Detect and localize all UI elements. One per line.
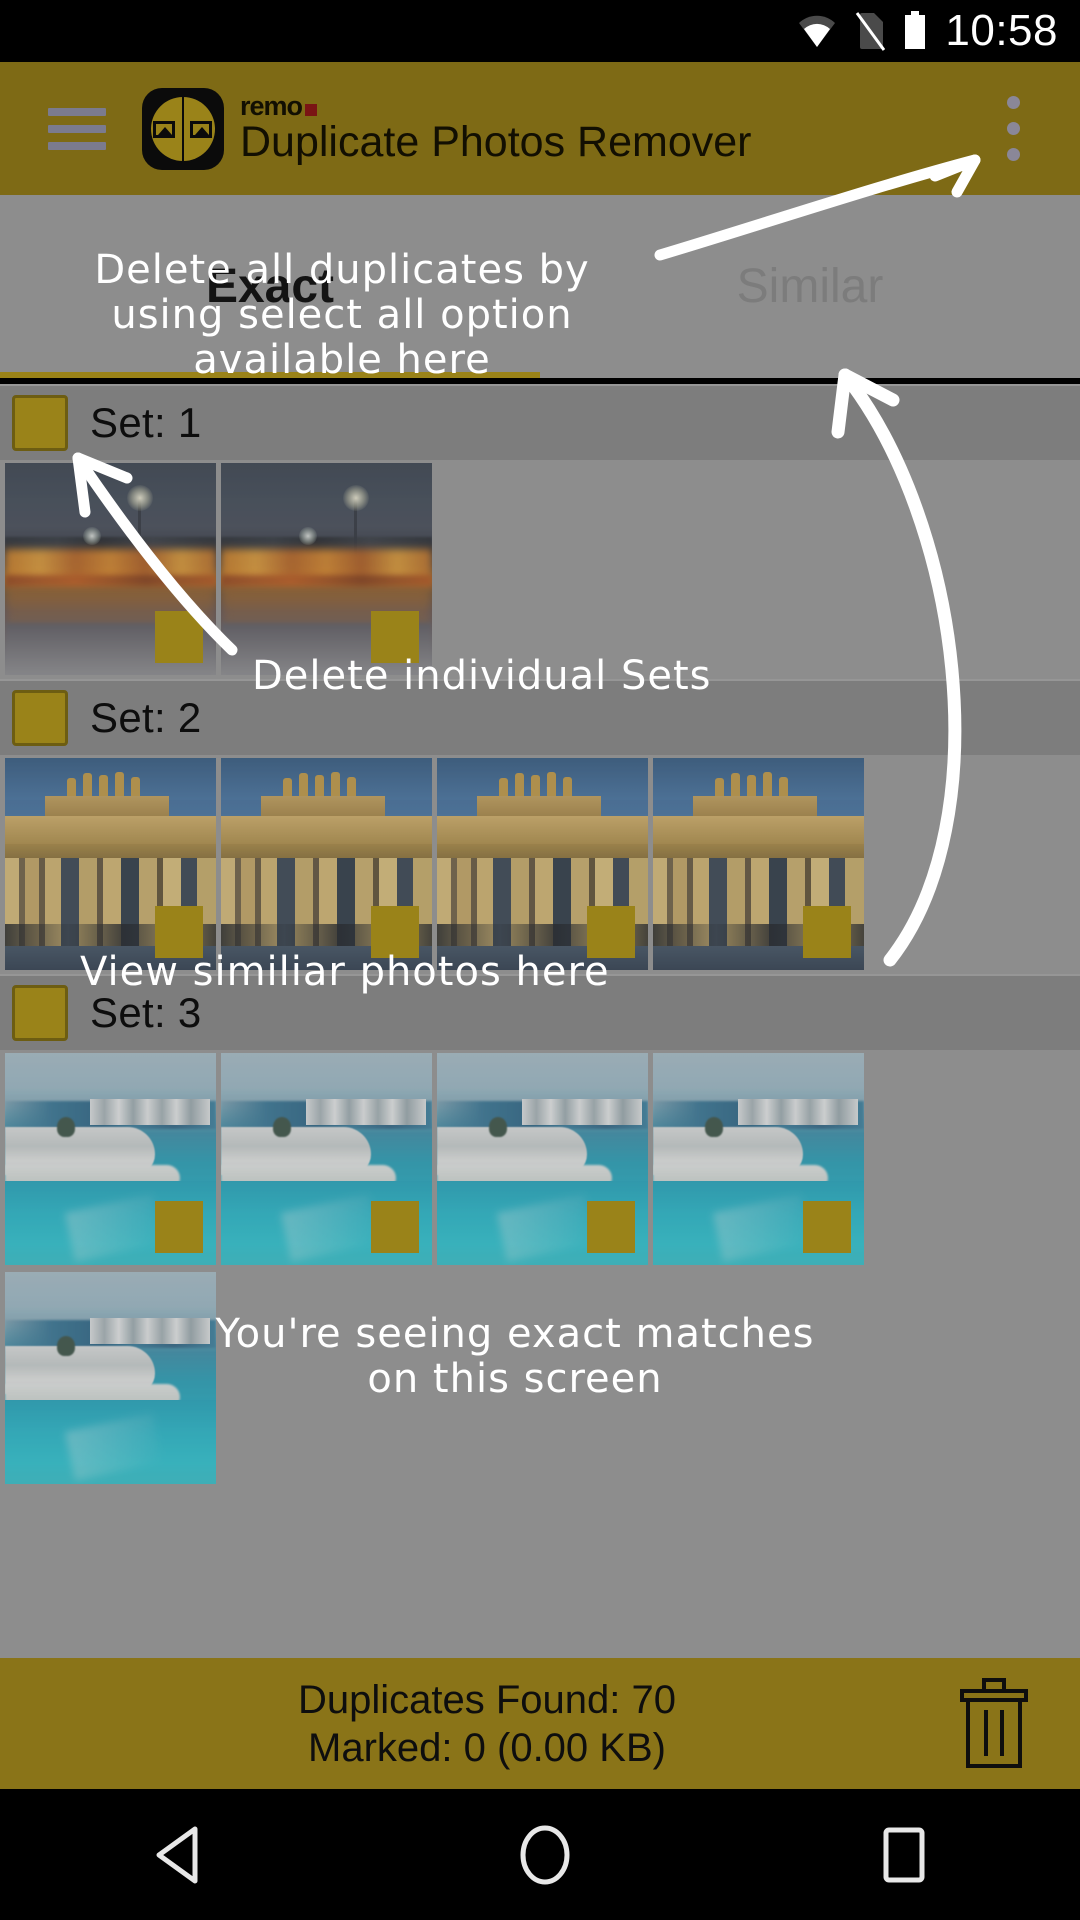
set-header[interactable]: Set: 1 bbox=[0, 384, 1080, 460]
set-thumbnail-row bbox=[0, 1050, 1080, 1269]
wifi-icon bbox=[799, 15, 836, 47]
hamburger-menu-icon[interactable] bbox=[48, 107, 106, 150]
tab-bar: Exact Similar bbox=[0, 195, 1080, 378]
android-nav-bar bbox=[0, 1789, 1080, 1920]
photo-mark-checkbox[interactable] bbox=[371, 1201, 419, 1253]
bottom-status-bar: Duplicates Found: 70 Marked: 0 (0.00 KB) bbox=[0, 1658, 1080, 1789]
brandenburg-gate-photo[interactable] bbox=[221, 758, 432, 970]
tropical-resort-photo[interactable] bbox=[221, 1053, 432, 1265]
brandenburg-gate-photo[interactable] bbox=[5, 758, 216, 970]
photo-mark-checkbox[interactable] bbox=[155, 611, 203, 663]
status-bar: 10:58 bbox=[0, 0, 1080, 62]
brandenburg-gate-photo[interactable] bbox=[437, 758, 648, 970]
overflow-menu-icon[interactable] bbox=[986, 84, 1040, 174]
tropical-resort-photo[interactable] bbox=[653, 1053, 864, 1265]
set-header[interactable]: Set: 2 bbox=[0, 679, 1080, 755]
recents-square-icon[interactable] bbox=[881, 1826, 927, 1884]
tropical-resort-photo[interactable] bbox=[437, 1053, 648, 1265]
status-bar-clock: 10:58 bbox=[945, 6, 1058, 55]
set-thumbnail-row bbox=[0, 1269, 1080, 1488]
set-label: Set: 1 bbox=[90, 399, 202, 446]
photo-mark-checkbox[interactable] bbox=[803, 1201, 851, 1253]
photo-mark-checkbox[interactable] bbox=[155, 1201, 203, 1253]
tab-similar[interactable]: Similar bbox=[540, 195, 1080, 378]
night-harbour-photo[interactable] bbox=[221, 463, 432, 675]
battery-full-icon bbox=[905, 11, 926, 49]
set-label: Set: 2 bbox=[90, 694, 202, 741]
photo-mark-checkbox[interactable] bbox=[371, 611, 419, 663]
photo-mark-checkbox[interactable] bbox=[587, 1201, 635, 1253]
tab-exact-label: Exact bbox=[205, 260, 335, 313]
set-label: Set: 3 bbox=[90, 989, 202, 1036]
app-title-block: remo Duplicate Photos Remover bbox=[240, 92, 751, 165]
photo-mark-checkbox[interactable] bbox=[155, 906, 203, 958]
set-thumbnail-row bbox=[0, 755, 1080, 974]
photo-mark-checkbox[interactable] bbox=[371, 906, 419, 958]
duplicates-found-label: Duplicates Found: 70 bbox=[297, 1677, 676, 1722]
set-checkbox[interactable] bbox=[12, 985, 68, 1041]
set-checkbox[interactable] bbox=[12, 690, 68, 746]
set-checkbox[interactable] bbox=[12, 395, 68, 451]
photo-mark-checkbox[interactable] bbox=[587, 906, 635, 958]
night-harbour-photo[interactable] bbox=[5, 463, 216, 675]
photo-mark-checkbox[interactable] bbox=[803, 906, 851, 958]
trash-can-icon[interactable] bbox=[934, 1677, 1054, 1770]
tab-active-indicator bbox=[0, 372, 540, 378]
brand-name: remo bbox=[240, 90, 303, 121]
tropical-resort-photo[interactable] bbox=[5, 1272, 216, 1484]
back-triangle-icon[interactable] bbox=[153, 1825, 209, 1885]
tropical-resort-photo[interactable] bbox=[5, 1053, 216, 1265]
set-thumbnail-row bbox=[0, 460, 1080, 679]
page-title: Duplicate Photos Remover bbox=[240, 117, 752, 166]
home-circle-icon[interactable] bbox=[515, 1824, 575, 1886]
app-bar: remo Duplicate Photos Remover bbox=[0, 62, 1080, 195]
tab-similar-label: Similar bbox=[736, 260, 884, 313]
no-sim-icon bbox=[856, 12, 886, 51]
brand-dot-icon bbox=[305, 103, 318, 116]
duplicate-sets-list[interactable]: Set: 1 Set: 2 Set: 3 bbox=[0, 384, 1080, 1658]
brandenburg-gate-photo[interactable] bbox=[653, 758, 864, 970]
tab-exact[interactable]: Exact bbox=[0, 195, 540, 378]
marked-label: Marked: 0 (0.00 KB) bbox=[308, 1725, 666, 1770]
set-header[interactable]: Set: 3 bbox=[0, 974, 1080, 1050]
duplicate-photos-app-icon bbox=[142, 87, 224, 170]
